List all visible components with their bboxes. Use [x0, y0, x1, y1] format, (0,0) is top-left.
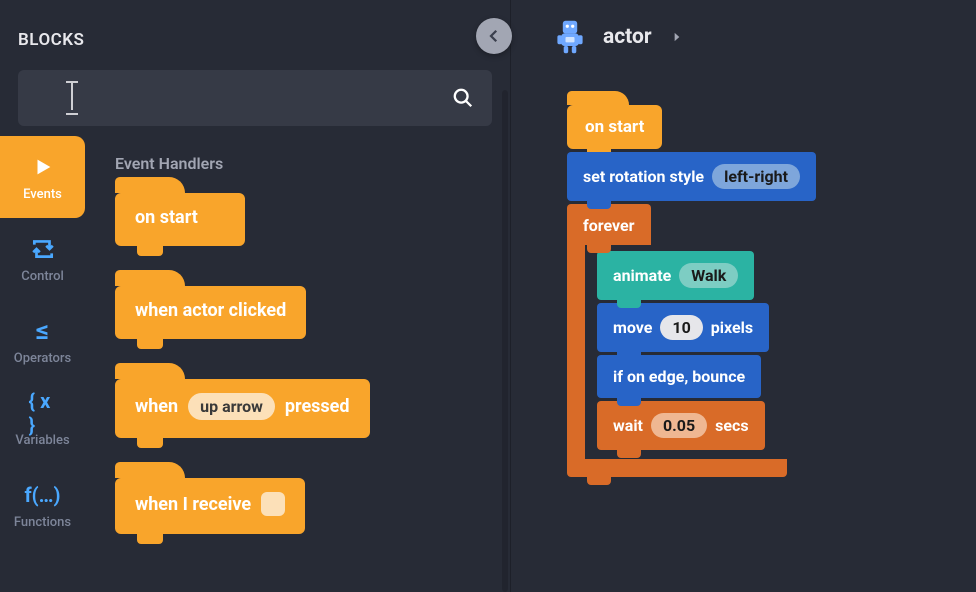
palette-heading: Event Handlers	[115, 154, 510, 173]
block-label: on start	[585, 117, 644, 137]
block-move[interactable]: move 10 pixels	[597, 303, 769, 352]
block-label: set rotation style	[583, 167, 704, 186]
category-control[interactable]: Control	[0, 218, 85, 300]
key-pill[interactable]: up arrow	[188, 393, 275, 420]
block-label: when I receive	[135, 494, 251, 515]
category-operators[interactable]: ≤ Operators	[0, 300, 85, 382]
block-label: on start	[135, 207, 198, 228]
category-label: Variables	[15, 433, 69, 448]
script-hat-on-start[interactable]: on start	[567, 105, 662, 149]
category-functions[interactable]: f(…) Functions	[0, 464, 85, 546]
collapse-panel-button[interactable]	[476, 18, 512, 54]
block-label: animate	[613, 266, 671, 285]
block-animate[interactable]: animate Walk	[597, 251, 754, 300]
category-label: Control	[21, 269, 64, 284]
fn-icon: f(…)	[29, 481, 57, 509]
animation-pill[interactable]: Walk	[679, 263, 738, 288]
category-label: Events	[23, 187, 62, 202]
block-label: pixels	[711, 318, 753, 337]
search-input[interactable]	[36, 88, 452, 109]
block-label: when	[135, 396, 178, 417]
search-input-container[interactable]	[18, 70, 492, 126]
block-when-key-pressed[interactable]: when up arrow pressed	[115, 379, 370, 438]
block-palette[interactable]: Event Handlers on start when actor click…	[85, 136, 510, 592]
script-stack[interactable]: on start set rotation style left-right f…	[567, 105, 816, 477]
category-rail: Events Control ≤ Operators { x } Variabl…	[0, 136, 85, 592]
block-label: pressed	[285, 396, 350, 417]
block-label: forever	[583, 216, 635, 235]
category-variables[interactable]: { x } Variables	[0, 382, 85, 464]
category-label: Operators	[14, 351, 71, 366]
block-if-on-edge-bounce[interactable]: if on edge, bounce	[597, 355, 761, 398]
block-label: move	[613, 318, 652, 337]
actor-name[interactable]: actor	[603, 25, 652, 49]
message-pill[interactable]	[261, 492, 285, 516]
move-value-pill[interactable]: 10	[660, 315, 702, 340]
block-when-i-receive[interactable]: when I receive	[115, 478, 305, 534]
script-canvas[interactable]: actor on start set rotation style left-r…	[510, 0, 976, 592]
block-wait[interactable]: wait 0.05 secs	[597, 401, 765, 450]
block-label: secs	[715, 416, 748, 435]
block-set-rotation-style[interactable]: set rotation style left-right	[567, 152, 816, 201]
block-label: if on edge, bounce	[613, 367, 745, 386]
category-label: Functions	[14, 515, 71, 530]
block-when-actor-clicked[interactable]: when actor clicked	[115, 286, 306, 339]
category-events[interactable]: Events	[0, 136, 85, 218]
scrollbar[interactable]	[502, 90, 508, 592]
search-icon[interactable]	[452, 87, 474, 109]
actor-sprite-icon[interactable]	[551, 18, 589, 56]
loop-icon	[29, 235, 57, 263]
forever-body: animate Walk move 10 pixels if on edge, …	[567, 245, 816, 459]
play-icon	[29, 153, 57, 181]
forever-foot[interactable]	[567, 459, 787, 477]
block-label: when actor clicked	[135, 300, 286, 321]
chevron-right-icon[interactable]	[670, 30, 684, 44]
text-cursor-icon	[60, 82, 84, 114]
block-forever[interactable]: forever	[567, 204, 651, 245]
wait-value-pill[interactable]: 0.05	[651, 413, 707, 438]
rotation-style-pill[interactable]: left-right	[712, 164, 800, 189]
block-label: wait	[613, 416, 643, 435]
lte-icon: ≤	[29, 317, 57, 345]
block-on-start[interactable]: on start	[115, 193, 245, 246]
panel-title: BLOCKS	[0, 0, 510, 50]
braces-icon: { x }	[29, 399, 57, 427]
